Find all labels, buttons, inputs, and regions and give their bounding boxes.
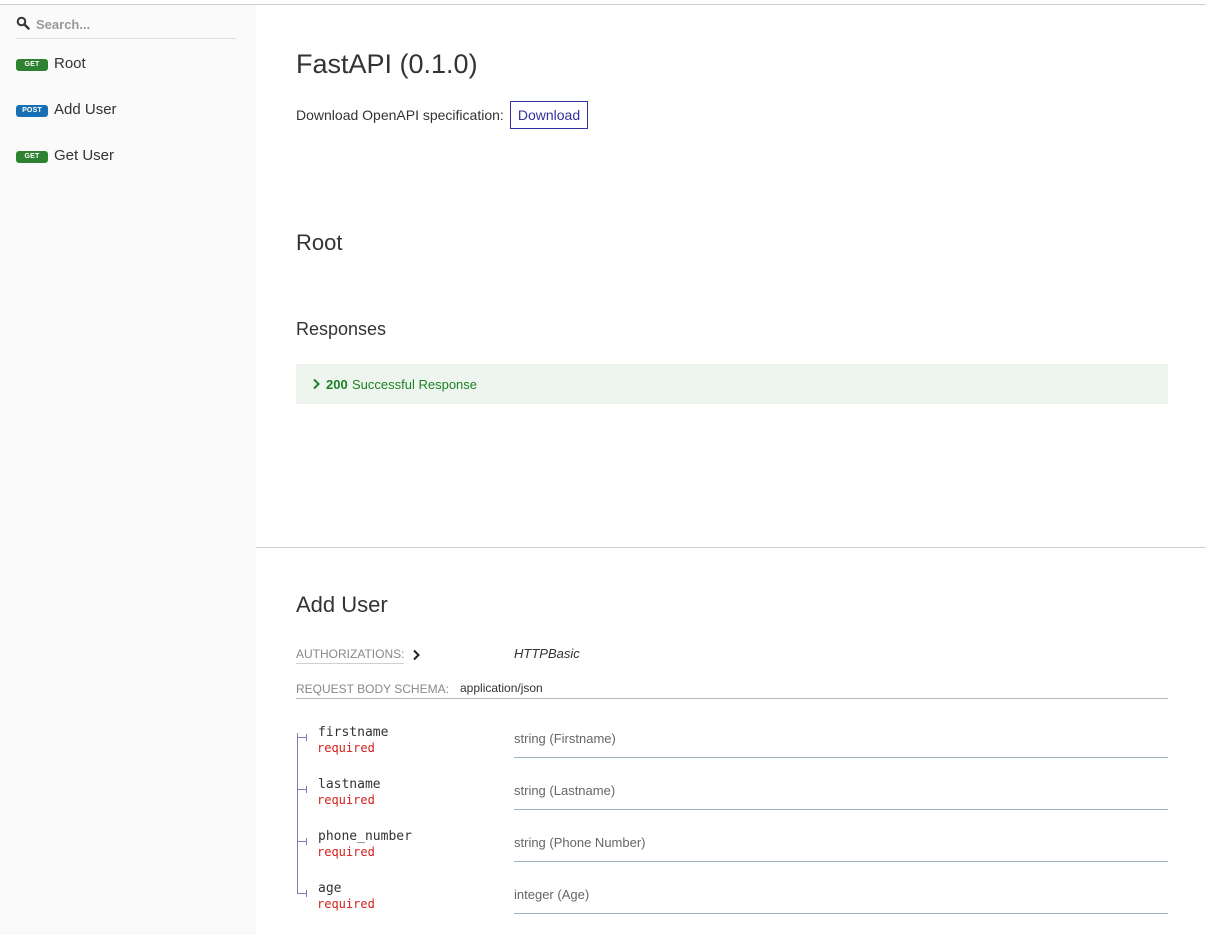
sidebar-item-get-user[interactable]: GET Get User: [16, 145, 246, 169]
property-required: required: [317, 793, 375, 807]
tree-tick-end: [306, 890, 307, 897]
property-divider: [514, 757, 1168, 758]
search-box: [16, 11, 236, 39]
property-name: lastname: [318, 777, 381, 792]
response-status-code: 200: [326, 377, 348, 392]
tree-tick: [297, 737, 306, 738]
property-type: string (Phone Number): [514, 835, 646, 850]
tree-tick-end: [306, 838, 307, 845]
search-icon: [16, 16, 30, 30]
response-description: Successful Response: [352, 377, 478, 392]
authorizations-toggle[interactable]: AUTHORIZATIONS:: [296, 647, 405, 664]
schema-property-firstname: firstname required string (Firstname): [296, 725, 1168, 777]
tree-tick-last: [297, 887, 306, 894]
page-title: FastAPI (0.1.0): [296, 49, 478, 79]
sidebar-item-root[interactable]: GET Root: [16, 53, 246, 77]
add-user-section-title: Add User: [296, 592, 388, 617]
request-body-label: REQUEST BODY SCHEMA:: [296, 682, 449, 696]
tree-tick: [297, 789, 306, 790]
tree-tick-end: [306, 734, 307, 741]
get-method-badge: GET: [16, 151, 48, 163]
property-type: string (Firstname): [514, 731, 616, 746]
property-type: integer (Age): [514, 887, 590, 902]
tree-tick: [297, 841, 306, 842]
request-body-content-type: application/json: [460, 681, 543, 695]
authorizations-value: HTTPBasic: [514, 646, 580, 661]
property-name: age: [318, 881, 342, 896]
sidebar-item-label: Root: [54, 55, 86, 72]
property-divider: [514, 809, 1168, 810]
property-name: phone_number: [318, 829, 412, 844]
property-type: string (Lastname): [514, 783, 616, 798]
property-required: required: [317, 845, 375, 859]
sidebar-item-label: Get User: [54, 147, 115, 164]
search-input[interactable]: [36, 14, 232, 34]
download-button[interactable]: Download: [510, 101, 588, 129]
property-divider: [514, 913, 1168, 914]
property-required: required: [317, 897, 375, 911]
section-divider: [256, 547, 1206, 548]
main-content: FastAPI (0.1.0) Download OpenAPI specifi…: [256, 5, 1206, 935]
sidebar-item-add-user[interactable]: POST Add User: [16, 99, 246, 123]
property-required: required: [317, 741, 375, 755]
chevron-right-icon: [313, 378, 320, 390]
sidebar-item-label: Add User: [54, 101, 117, 118]
request-body-divider: [296, 698, 1168, 699]
schema-property-lastname: lastname required string (Lastname): [296, 777, 1168, 829]
tree-tick-end: [306, 786, 307, 793]
chevron-right-icon[interactable]: [412, 649, 420, 661]
property-name: firstname: [318, 725, 389, 740]
response-200-toggle[interactable]: 200 Successful Response: [296, 364, 1168, 404]
schema-property-age: age required integer (Age): [296, 881, 1168, 933]
property-divider: [514, 861, 1168, 862]
responses-title: Responses: [296, 319, 387, 339]
root-section-title: Root: [296, 230, 343, 255]
sidebar: GET Root POST Add User GET Get User: [0, 5, 256, 935]
schema-property-phone-number: phone_number required string (Phone Numb…: [296, 829, 1168, 881]
download-spec-text: Download OpenAPI specification:: [296, 107, 504, 123]
get-method-badge: GET: [16, 59, 48, 71]
post-method-badge: POST: [16, 105, 48, 117]
